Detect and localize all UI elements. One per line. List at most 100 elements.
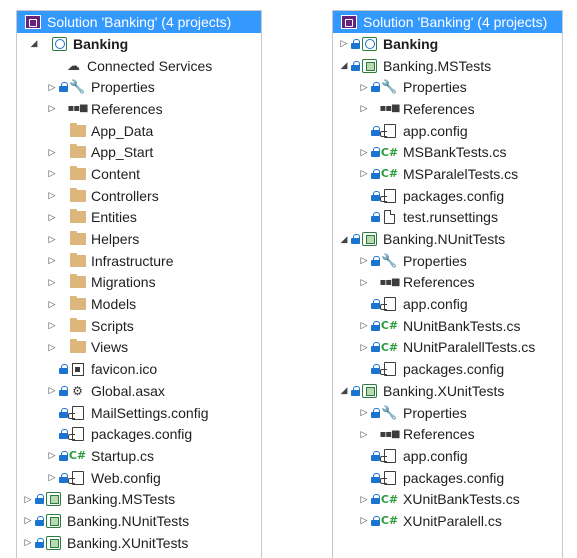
collapsed-arrow-icon[interactable]: ▷ xyxy=(45,277,59,288)
tree-item-references[interactable]: ▷ ▪▪■ References xyxy=(333,98,562,120)
tree-item-references[interactable]: ▷ ▪▪■ References xyxy=(17,98,261,120)
lock-icon xyxy=(371,125,380,136)
tree-item-packages-config[interactable]: packages.config xyxy=(17,423,261,445)
collapsed-arrow-icon[interactable]: ▷ xyxy=(45,147,59,158)
csharp-file-icon: C# xyxy=(380,167,399,181)
tree-item-controllers-folder[interactable]: ▷ Controllers xyxy=(17,185,261,207)
tree-item-xunitbanktests-cs[interactable]: ▷ C# XUnitBankTests.cs xyxy=(333,488,562,510)
expanded-arrow-icon[interactable]: ◢ xyxy=(337,385,351,396)
collapsed-arrow-icon[interactable]: ▷ xyxy=(357,103,371,114)
tree-item-xunittests-project[interactable]: ▷ Banking.XUnitTests xyxy=(17,532,261,554)
expanded-arrow-icon[interactable]: ◢ xyxy=(27,38,41,49)
tree-item-mstests-project[interactable]: ◢ Banking.MSTests xyxy=(333,55,562,77)
tree-item-migrations-folder[interactable]: ▷ Migrations xyxy=(17,272,261,294)
collapsed-arrow-icon[interactable]: ▷ xyxy=(357,515,371,526)
tree-item-entities-folder[interactable]: ▷ Entities xyxy=(17,207,261,229)
collapsed-arrow-icon[interactable]: ▷ xyxy=(357,255,371,266)
collapsed-arrow-icon[interactable]: ▷ xyxy=(21,515,35,526)
asax-file-icon: ⚙ xyxy=(72,383,83,398)
tree-item-scripts-folder[interactable]: ▷ Scripts xyxy=(17,315,261,337)
tree-item-web-config[interactable]: ▷ Web.config xyxy=(17,467,261,489)
collapsed-arrow-icon[interactable]: ▷ xyxy=(357,407,371,418)
tree-item-properties[interactable]: ▷ 🔧 Properties xyxy=(17,76,261,98)
tree-item-startup-cs[interactable]: ▷ C# Startup.cs xyxy=(17,445,261,467)
tree-item-packages-config[interactable]: packages.config xyxy=(333,358,562,380)
tree-item-nunitparalelltests-cs[interactable]: ▷ C# NUnitParalellTests.cs xyxy=(333,337,562,359)
expanded-arrow-icon[interactable]: ◢ xyxy=(337,60,351,71)
collapsed-arrow-icon[interactable]: ▷ xyxy=(357,494,371,505)
tree-item-properties[interactable]: ▷ 🔧 Properties xyxy=(333,76,562,98)
tree-item-infrastructure-folder[interactable]: ▷ Infrastructure xyxy=(17,250,261,272)
tree-item-banking-project[interactable]: ◢ Banking xyxy=(17,33,261,55)
collapsed-arrow-icon[interactable]: ▷ xyxy=(45,385,59,396)
test-project-icon xyxy=(45,535,62,551)
collapsed-arrow-icon[interactable]: ▷ xyxy=(45,342,59,353)
web-project-icon xyxy=(51,36,68,52)
lock-icon xyxy=(371,212,380,223)
tree-item-app-config[interactable]: app.config xyxy=(333,293,562,315)
collapsed-arrow-icon[interactable]: ▷ xyxy=(357,277,371,288)
solution-title: Solution 'Banking' (4 projects) xyxy=(363,14,548,30)
collapsed-arrow-icon[interactable]: ▷ xyxy=(45,299,59,310)
tree-item-content-folder[interactable]: ▷ Content xyxy=(17,163,261,185)
tree-item-app-start-folder[interactable]: ▷ App_Start xyxy=(17,141,261,163)
tree-item-msparaleltests-cs[interactable]: ▷ C# MSParalelTests.cs xyxy=(333,163,562,185)
collapsed-arrow-icon[interactable]: ▷ xyxy=(357,82,371,93)
tree-item-app-data-folder[interactable]: App_Data xyxy=(17,120,261,142)
collapsed-arrow-icon[interactable]: ▷ xyxy=(45,450,59,461)
collapsed-arrow-icon[interactable]: ▷ xyxy=(45,472,59,483)
tree-item-global-asax[interactable]: ▷ ⚙ Global.asax xyxy=(17,380,261,402)
tree-item-msbanktests-cs[interactable]: ▷ C# MSBankTests.cs xyxy=(333,141,562,163)
tree-item-properties[interactable]: ▷ 🔧 Properties xyxy=(333,402,562,424)
tree-item-favicon[interactable]: favicon.ico xyxy=(17,358,261,380)
lock-icon xyxy=(59,429,68,440)
collapsed-arrow-icon[interactable]: ▷ xyxy=(45,212,59,223)
folder-icon xyxy=(69,296,86,312)
tree-item-test-runsettings[interactable]: test.runsettings xyxy=(333,207,562,229)
tree-item-nunitbanktests-cs[interactable]: ▷ C# NUnitBankTests.cs xyxy=(333,315,562,337)
tree-item-xunitparalell-cs[interactable]: ▷ C# XUnitParalell.cs xyxy=(333,510,562,532)
tree-item-connected-services[interactable]: ☁ Connected Services xyxy=(17,55,261,77)
tree-item-mstests-project[interactable]: ▷ Banking.MSTests xyxy=(17,488,261,510)
file-icon xyxy=(381,209,398,225)
tree-item-banking-project[interactable]: ▷ Banking xyxy=(333,33,562,55)
collapsed-arrow-icon[interactable]: ▷ xyxy=(357,342,371,353)
expanded-arrow-icon[interactable]: ◢ xyxy=(337,234,351,245)
collapsed-arrow-icon[interactable]: ▷ xyxy=(337,38,351,49)
tree-item-helpers-folder[interactable]: ▷ Helpers xyxy=(17,228,261,250)
tree-item-references[interactable]: ▷ ▪▪■ References xyxy=(333,423,562,445)
collapsed-arrow-icon[interactable]: ▷ xyxy=(21,537,35,548)
tree-item-app-config[interactable]: app.config xyxy=(333,445,562,467)
csharp-file-icon: C# xyxy=(380,340,399,354)
tree-item-packages-config[interactable]: packages.config xyxy=(333,185,562,207)
tree-item-app-config[interactable]: app.config xyxy=(333,120,562,142)
tree-item-references[interactable]: ▷ ▪▪■ References xyxy=(333,272,562,294)
collapsed-arrow-icon[interactable]: ▷ xyxy=(21,494,35,505)
tree-item-packages-config[interactable]: packages.config xyxy=(333,467,562,489)
solution-node[interactable]: Solution 'Banking' (4 projects) xyxy=(17,11,261,33)
tree-item-properties[interactable]: ▷ 🔧 Properties xyxy=(333,250,562,272)
tree-item-nunittests-project[interactable]: ▷ Banking.NUnitTests xyxy=(17,510,261,532)
collapsed-arrow-icon[interactable]: ▷ xyxy=(45,234,59,245)
collapsed-arrow-icon[interactable]: ▷ xyxy=(45,168,59,179)
lock-icon xyxy=(371,299,380,310)
tree-item-nunittests-project[interactable]: ◢ Banking.NUnitTests xyxy=(333,228,562,250)
config-file-icon xyxy=(67,470,86,486)
collapsed-arrow-icon[interactable]: ▷ xyxy=(357,147,371,158)
collapsed-arrow-icon[interactable]: ▷ xyxy=(45,190,59,201)
collapsed-arrow-icon[interactable]: ▷ xyxy=(45,82,59,93)
test-project-icon xyxy=(45,513,62,529)
tree-item-views-folder[interactable]: ▷ Views xyxy=(17,337,261,359)
folder-icon xyxy=(69,317,86,334)
tree-item-models-folder[interactable]: ▷ Models xyxy=(17,293,261,315)
tree-item-xunittests-project[interactable]: ◢ Banking.XUnitTests xyxy=(333,380,562,402)
tree-item-mailsettings-config[interactable]: MailSettings.config xyxy=(17,402,261,424)
test-project-icon xyxy=(361,58,378,74)
collapsed-arrow-icon[interactable]: ▷ xyxy=(45,103,59,114)
collapsed-arrow-icon[interactable]: ▷ xyxy=(357,320,371,331)
solution-node[interactable]: Solution 'Banking' (4 projects) xyxy=(333,11,562,33)
collapsed-arrow-icon[interactable]: ▷ xyxy=(357,429,371,440)
collapsed-arrow-icon[interactable]: ▷ xyxy=(45,320,59,331)
collapsed-arrow-icon[interactable]: ▷ xyxy=(357,168,371,179)
collapsed-arrow-icon[interactable]: ▷ xyxy=(45,255,59,266)
